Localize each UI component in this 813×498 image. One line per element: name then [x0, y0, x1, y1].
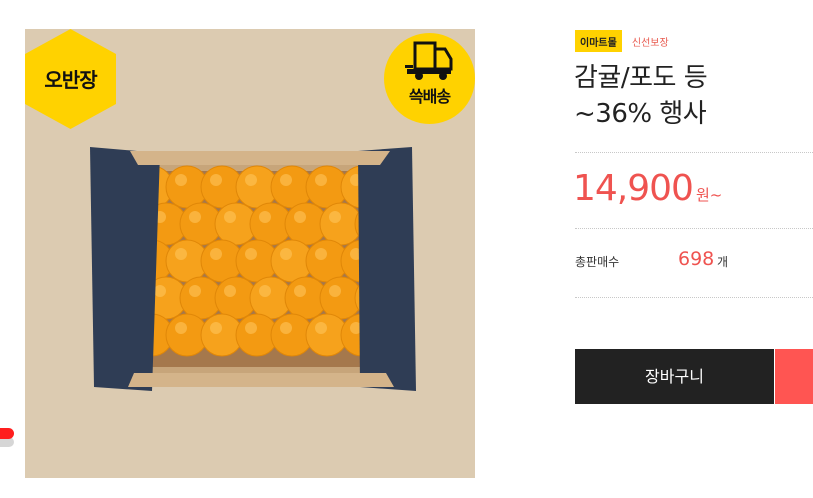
brand-row: 이마트몰 신선보장: [575, 30, 669, 52]
mandarin-highlight: [175, 322, 187, 334]
total-sales-label: 총판매수: [575, 255, 620, 269]
mandarin-highlight: [280, 174, 292, 186]
mandarin-highlight: [189, 285, 201, 297]
mandarin-highlight: [224, 285, 236, 297]
mandarin-highlight: [294, 285, 306, 297]
mandarin-highlight: [280, 322, 292, 334]
mandarin-highlight: [259, 211, 271, 223]
mandarin-highlight: [294, 211, 306, 223]
price: 14,900 원~: [573, 168, 722, 209]
discount-hex-badge: 오반장: [25, 29, 116, 129]
mandarin-highlight: [175, 248, 187, 260]
mandarin-highlight: [315, 174, 327, 186]
mandarin-highlight: [245, 248, 257, 260]
divider: [575, 297, 813, 298]
product-image[interactable]: 오반장 쓱배송: [25, 29, 475, 478]
total-sales-count: 698: [678, 248, 715, 270]
product-title-line1: 감귤/포도 등: [574, 63, 708, 93]
mandarin-highlight: [154, 285, 166, 297]
mandarin-highlight: [189, 211, 201, 223]
delivery-badge: 쓱배송: [384, 29, 475, 129]
mandarin-highlight: [245, 322, 257, 334]
mandarin-highlight: [210, 248, 222, 260]
mandarin-highlight: [210, 322, 222, 334]
delivery-truck-icon: [405, 41, 453, 80]
side-floating-tab[interactable]: [0, 428, 14, 439]
mandarin-crate-illustration: [90, 147, 416, 391]
mandarin-highlight: [329, 211, 341, 223]
divider: [575, 152, 813, 153]
product-title-line2: ~36% 행사: [574, 99, 707, 129]
mandarin-highlight: [315, 322, 327, 334]
mandarin-highlight: [259, 285, 271, 297]
store-badge[interactable]: 이마트몰: [575, 30, 622, 52]
mandarin-highlight: [280, 248, 292, 260]
add-to-cart-button[interactable]: 장바구니: [575, 349, 774, 404]
badge-right-label: 쓱배송: [408, 87, 451, 106]
mandarin-highlight: [175, 174, 187, 186]
total-sales-unit: 개: [717, 255, 729, 269]
mandarin-highlight: [315, 248, 327, 260]
mandarin-highlight: [210, 174, 222, 186]
badge-left-label: 오반장: [44, 68, 97, 92]
product-title[interactable]: 감귤/포도 등 ~36% 행사: [574, 60, 804, 132]
mandarin-highlight: [329, 285, 341, 297]
divider: [575, 228, 813, 229]
price-amount: 14,900: [573, 168, 694, 209]
price-unit: 원~: [695, 186, 723, 204]
mandarin-highlight: [224, 211, 236, 223]
cart-accent-button[interactable]: [775, 349, 813, 404]
mandarin-highlight: [245, 174, 257, 186]
fresh-guarantee-label: 신선보장: [631, 37, 669, 49]
